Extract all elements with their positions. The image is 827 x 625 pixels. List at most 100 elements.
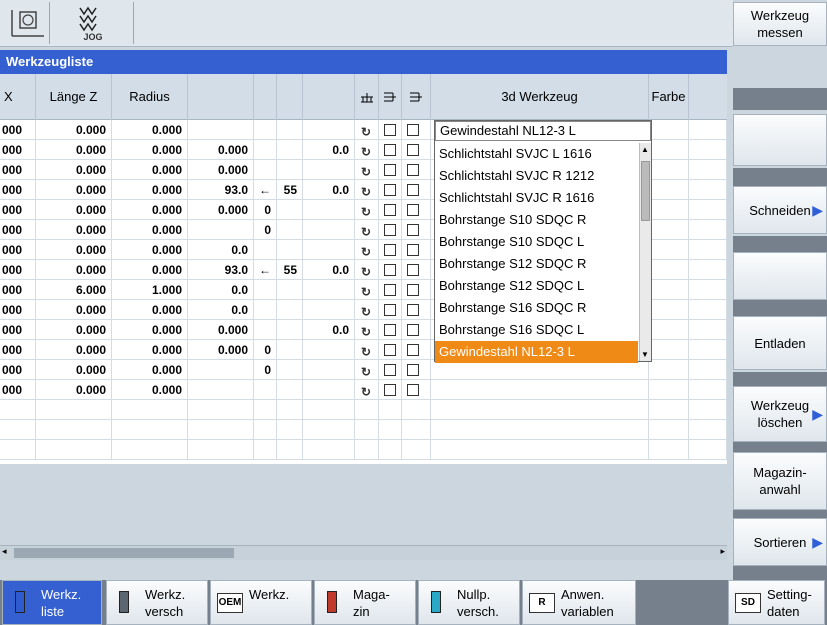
spindle-direction-icon[interactable]: ↻ (361, 322, 371, 340)
cell-spindle[interactable]: ↻ (355, 220, 379, 240)
cell-c7[interactable]: 0.0 (303, 260, 355, 280)
cell-c4[interactable]: 0.0 (188, 280, 254, 300)
cell-c6[interactable] (277, 420, 303, 440)
cell-rad[interactable]: 0.000 (112, 380, 188, 400)
cell-c5[interactable]: 0 (254, 200, 277, 220)
coolant-2-checkbox[interactable] (407, 284, 419, 296)
spindle-direction-icon[interactable]: ↻ (361, 262, 371, 280)
cell-lz[interactable]: 0.000 (36, 120, 112, 140)
cell-spindle[interactable] (355, 400, 379, 420)
cell-rad[interactable] (112, 440, 188, 460)
cell-c5[interactable] (254, 420, 277, 440)
spindle-direction-icon[interactable]: ↻ (361, 282, 371, 300)
coolant-1-checkbox[interactable] (384, 244, 396, 256)
cell-spindle[interactable]: ↻ (355, 280, 379, 300)
cell-rad[interactable]: 0.000 (112, 120, 188, 140)
cell-check-1[interactable] (379, 140, 402, 160)
cell-c7[interactable] (303, 360, 355, 380)
spindle-direction-icon[interactable]: ↻ (361, 302, 371, 320)
cell-lz[interactable]: 0.000 (36, 240, 112, 260)
cell-spindle[interactable]: ↻ (355, 120, 379, 140)
cell-check-2[interactable] (402, 200, 431, 220)
softkey-bottom-5[interactable]: Nullp. versch. (418, 580, 520, 625)
cell-c6[interactable] (277, 200, 303, 220)
spindle-direction-icon[interactable]: ↻ (361, 222, 371, 240)
cell-check-1[interactable] (379, 380, 402, 400)
coolant-1-checkbox[interactable] (384, 224, 396, 236)
col-header-x[interactable]: X (0, 74, 36, 120)
cell-lz[interactable]: 6.000 (36, 280, 112, 300)
cell-c5[interactable]: 0 (254, 220, 277, 240)
dropdown-scrollbar[interactable]: ▲ ▼ (639, 143, 651, 361)
dropdown-item[interactable]: Gewindestahl NL12-3 L (435, 341, 638, 363)
cell-c7[interactable] (303, 240, 355, 260)
cell-c7[interactable]: 0.0 (303, 180, 355, 200)
cell-c6[interactable]: 55 (277, 260, 303, 280)
cell-check-1[interactable] (379, 320, 402, 340)
cell-c4[interactable]: 0.000 (188, 140, 254, 160)
cell-lz[interactable]: 0.000 (36, 260, 112, 280)
cell-c4[interactable] (188, 440, 254, 460)
softkey-right-2[interactable] (733, 114, 827, 166)
cell-c6[interactable] (277, 320, 303, 340)
cell-c4[interactable] (188, 400, 254, 420)
cell-c4[interactable]: 0.000 (188, 340, 254, 360)
cell-c7[interactable] (303, 160, 355, 180)
cell-c6[interactable] (277, 380, 303, 400)
cell-lz[interactable]: 0.000 (36, 300, 112, 320)
cell-rad[interactable] (112, 400, 188, 420)
cell-c5[interactable] (254, 140, 277, 160)
cell-3d-tool[interactable] (431, 420, 649, 440)
cell-rad[interactable]: 0.000 (112, 180, 188, 200)
cell-c7[interactable] (303, 340, 355, 360)
cell-check-1[interactable] (379, 440, 402, 460)
cell-c7[interactable]: 0.0 (303, 320, 355, 340)
cell-lz[interactable] (36, 420, 112, 440)
cell-rad[interactable]: 0.000 (112, 140, 188, 160)
cell-c4[interactable] (188, 220, 254, 240)
cell-check-2[interactable] (402, 320, 431, 340)
spindle-direction-icon[interactable]: ↻ (361, 122, 371, 140)
coolant-1-checkbox[interactable] (384, 264, 396, 276)
cell-c5[interactable] (254, 120, 277, 140)
col-header-radius[interactable]: Radius (112, 74, 188, 120)
horizontal-scroll-thumb[interactable] (14, 548, 234, 558)
cell-check-2[interactable] (402, 420, 431, 440)
cell-c4[interactable]: 93.0 (188, 180, 254, 200)
cell-spindle[interactable]: ↻ (355, 240, 379, 260)
coolant-1-checkbox[interactable] (384, 284, 396, 296)
cell-check-1[interactable] (379, 340, 402, 360)
coolant-1-checkbox[interactable] (384, 204, 396, 216)
coolant-2-checkbox[interactable] (407, 324, 419, 336)
cell-c7[interactable]: 0.0 (303, 140, 355, 160)
cell-check-1[interactable] (379, 300, 402, 320)
cell-c5[interactable] (254, 240, 277, 260)
cell-check-1[interactable] (379, 420, 402, 440)
softkey-right-4[interactable] (733, 252, 827, 300)
dropdown-item[interactable]: Bohrstange S10 SDQC L (435, 231, 638, 253)
cell-rad[interactable]: 0.000 (112, 320, 188, 340)
softkey-bottom-6[interactable]: R Anwen. variablen (522, 580, 636, 625)
cell-lz[interactable]: 0.000 (36, 140, 112, 160)
cell-spindle[interactable]: ↻ (355, 160, 379, 180)
cell-spindle[interactable]: ↻ (355, 300, 379, 320)
cell-farbe[interactable] (649, 200, 689, 220)
softkey-bottom-1[interactable]: Werkz. liste (2, 580, 102, 625)
softkey-bottom-2[interactable]: Werkz. versch (106, 580, 208, 625)
cell-check-1[interactable] (379, 400, 402, 420)
cell-c5[interactable]: ← (254, 260, 277, 280)
cell-x[interactable] (0, 440, 36, 460)
cell-x[interactable]: 000 (0, 320, 36, 340)
dropdown-item[interactable]: Bohrstange S16 SDQC L (435, 319, 638, 341)
cell-c5[interactable] (254, 440, 277, 460)
cell-3d-tool[interactable] (431, 360, 649, 380)
cell-x[interactable]: 000 (0, 300, 36, 320)
spindle-direction-icon[interactable]: ↻ (361, 142, 371, 160)
cell-rad[interactable]: 0.000 (112, 260, 188, 280)
cell-check-1[interactable] (379, 200, 402, 220)
cell-spindle[interactable]: ↻ (355, 200, 379, 220)
cell-rad[interactable]: 0.000 (112, 340, 188, 360)
table-row[interactable] (0, 440, 727, 460)
cell-check-2[interactable] (402, 400, 431, 420)
cell-3d-tool[interactable] (431, 380, 649, 400)
